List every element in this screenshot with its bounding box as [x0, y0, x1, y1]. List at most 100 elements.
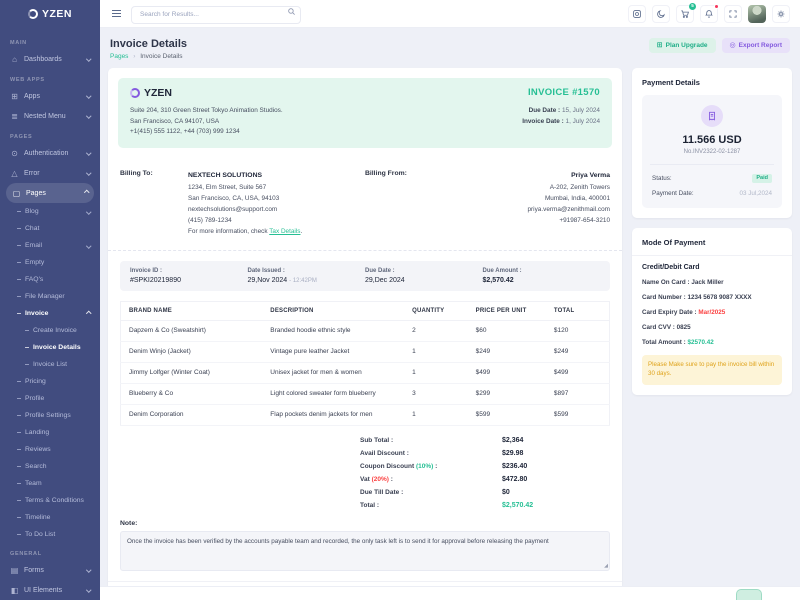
- note-textarea[interactable]: Once the invoice has been verified by th…: [120, 531, 610, 571]
- table-cell: $499: [468, 362, 546, 383]
- cart-icon[interactable]: 5: [676, 5, 694, 23]
- export-report-icon: ◎: [730, 42, 736, 49]
- sidebar-item-faq-s[interactable]: FAQ's: [0, 271, 100, 288]
- invoice-card: YZEN INVOICE #1570 Suite 204, 310 Green …: [108, 68, 622, 586]
- page-title: Invoice Details: [110, 38, 187, 50]
- fullscreen-icon[interactable]: [724, 5, 742, 23]
- table-cell: $499: [546, 362, 610, 383]
- search-input[interactable]: [131, 6, 301, 24]
- invoice-dates: Due Date : 15, July 2024 Invoice Date : …: [522, 106, 600, 138]
- sidebar-item-invoice-list[interactable]: Invoice List: [0, 356, 100, 373]
- sidebar-item-terms-conditions[interactable]: Terms & Conditions: [0, 492, 100, 509]
- sidebar-item-error[interactable]: △Error: [0, 163, 100, 183]
- sidebar-item-label: To Do List: [25, 531, 55, 538]
- tax-details-link[interactable]: Tax Details: [269, 228, 300, 235]
- sidebar-item-dashboards[interactable]: ⌂Dashboards: [0, 49, 100, 69]
- sidebar-item-authentication[interactable]: ⊙Authentication: [0, 143, 100, 163]
- payment-date-value: 03 Jul,2024: [739, 190, 772, 197]
- sidebar-item-empty[interactable]: Empty: [0, 254, 100, 271]
- table-row: Denim CorporationFlap pockets denim jack…: [121, 404, 610, 425]
- summary-extra: - 12:42PM: [289, 278, 317, 284]
- billing-to-line: nextechsolutions@support.com: [188, 205, 365, 216]
- table-cell: Blueberry & Co: [121, 383, 263, 404]
- sidebar-item-create-invoice[interactable]: Create Invoice: [0, 322, 100, 339]
- sidebar-item-label: Email: [25, 242, 42, 249]
- sidebar-item-chat[interactable]: Chat: [0, 220, 100, 237]
- dash-icon: [17, 262, 21, 263]
- breadcrumb-pages[interactable]: Pages: [110, 53, 128, 60]
- sidebar-item-pages[interactable]: ▢ Pages: [6, 183, 94, 203]
- payment-method: Credit/Debit Card: [642, 264, 782, 271]
- dash-icon: [17, 432, 21, 433]
- scroll-top-button[interactable]: [736, 589, 762, 600]
- mode-label: Name On Card :: [642, 279, 691, 286]
- export-report-button[interactable]: ◎ Export Report: [722, 38, 790, 53]
- invoice-date-value: 1, July 2024: [566, 118, 600, 125]
- sidebar-item-email[interactable]: Email: [0, 237, 100, 254]
- sidebar-item-landing[interactable]: Landing: [0, 424, 100, 441]
- dark-mode-icon[interactable]: [652, 5, 670, 23]
- payment-details-title: Payment Details: [642, 78, 782, 87]
- sidebar-item-search[interactable]: Search: [0, 458, 100, 475]
- sidebar-item-file-manager[interactable]: File Manager: [0, 288, 100, 305]
- export-report-label: Export Report: [739, 42, 782, 49]
- payment-date-row: Payment Date: 03 Jul,2024: [652, 186, 772, 200]
- header-actions: ⊞ Plan Upgrade ◎ Export Report: [649, 38, 790, 53]
- pages-icon: ▢: [12, 189, 21, 198]
- sidebar-item-apps[interactable]: ⊞Apps: [0, 86, 100, 106]
- chevron-down-icon: [86, 94, 91, 99]
- column-header-description: DESCRIPTION: [262, 301, 404, 320]
- plan-upgrade-button[interactable]: ⊞ Plan Upgrade: [649, 38, 716, 53]
- column-header-total: TOTAL: [546, 301, 610, 320]
- summary-invoice-id: Invoice ID :#SPKI20219890: [130, 268, 248, 284]
- sidebar-item-timeline[interactable]: Timeline: [0, 509, 100, 526]
- invoice-number: INVOICE #1570: [528, 87, 600, 98]
- total-value: $0: [502, 489, 610, 496]
- resize-handle-icon[interactable]: ◢: [604, 563, 608, 569]
- sidebar-item-label: Chat: [25, 225, 39, 232]
- summary-due-amount: Due Amount :$2,570.42: [483, 268, 601, 284]
- table-cell: 1: [404, 362, 468, 383]
- sidebar-item-forms[interactable]: ▤Forms: [0, 560, 100, 580]
- sidebar-item-pricing[interactable]: Pricing: [0, 373, 100, 390]
- sidebar-item-to-do-list[interactable]: To Do List: [0, 526, 100, 543]
- sidebar-item-label: Authentication: [24, 150, 68, 157]
- mode-label: Card Expiry Date :: [642, 309, 698, 316]
- sidebar-item-team[interactable]: Team: [0, 475, 100, 492]
- switcher-icon[interactable]: [628, 5, 646, 23]
- sidebar-item-reviews[interactable]: Reviews: [0, 441, 100, 458]
- billing-from-info: Priya Verma A-202, Zenith TowersMumbai, …: [433, 170, 610, 238]
- sidebar-item-label: Pages: [26, 190, 46, 197]
- total-row-sub-total: Sub Total :$2,364: [360, 434, 610, 447]
- total-accent: (10%): [414, 463, 433, 470]
- search-icon[interactable]: [287, 7, 296, 16]
- sidebar-item-ui-elements[interactable]: ◧UI Elements: [0, 580, 100, 600]
- settings-gear-icon[interactable]: [772, 5, 790, 23]
- brand[interactable]: YZEN: [0, 0, 100, 28]
- brand-name: YZEN: [42, 8, 72, 20]
- sidebar-item-blog[interactable]: Blog: [0, 203, 100, 220]
- user-avatar[interactable]: [748, 5, 766, 23]
- company-address: Suite 204, 310 Green Street Tokyo Animat…: [130, 106, 283, 138]
- card-details: Name On Card : Jack MillerCard Number : …: [642, 275, 782, 350]
- table-cell: Unisex jacket for men & women: [262, 362, 404, 383]
- dash-icon: [17, 415, 21, 416]
- invoice-date-label: Invoice Date :: [522, 118, 564, 125]
- summary-label: Invoice ID :: [130, 268, 248, 274]
- cart-count-badge: 5: [689, 3, 696, 10]
- total-row-total: Total :$2,570.42: [360, 499, 610, 512]
- sidebar-item-profile[interactable]: Profile: [0, 390, 100, 407]
- note-label: Note:: [120, 520, 610, 527]
- column-header-price-per-unit: PRICE PER UNIT: [468, 301, 546, 320]
- summary-label: Date Issued :: [248, 268, 366, 274]
- total-label: Vat (20%) :: [360, 476, 502, 483]
- menu-toggle-icon[interactable]: [110, 8, 123, 20]
- total-value: $236.40: [502, 463, 610, 470]
- chevron-down-icon: [86, 57, 91, 62]
- sidebar-item-nested-menu[interactable]: ≣Nested Menu: [0, 106, 100, 126]
- sidebar-item-invoice-details[interactable]: Invoice Details: [0, 339, 100, 356]
- sidebar-item-profile-settings[interactable]: Profile Settings: [0, 407, 100, 424]
- sidebar-item-label: Forms: [24, 567, 44, 574]
- notifications-icon[interactable]: [700, 5, 718, 23]
- sidebar-item-invoice[interactable]: Invoice: [0, 305, 100, 322]
